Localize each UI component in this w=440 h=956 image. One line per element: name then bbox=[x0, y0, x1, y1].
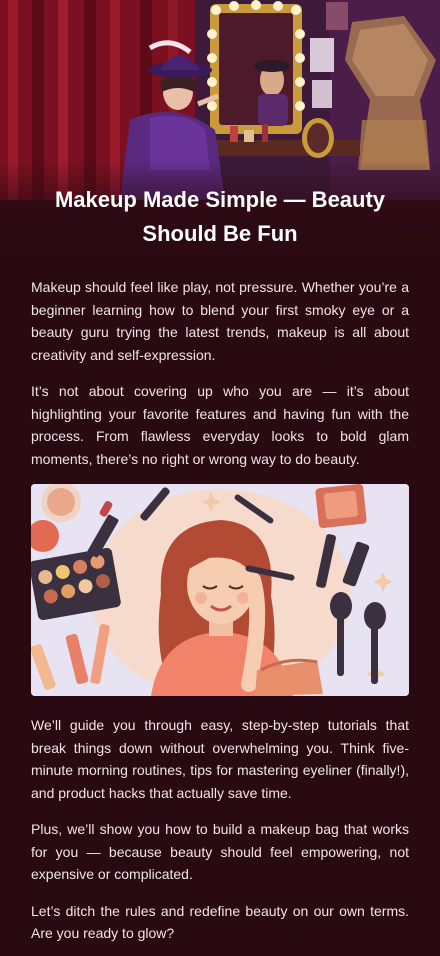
paragraph: We’ll guide you through easy, step-by-st… bbox=[31, 717, 409, 801]
article-title: Makeup Made Simple — Beauty Should Be Fu… bbox=[54, 187, 386, 246]
article-body: Makeup should feel like play, not pressu… bbox=[31, 276, 409, 956]
vanity-mirror bbox=[210, 4, 302, 134]
blush-icon bbox=[315, 484, 367, 529]
paragraph: Makeup should feel like play, not pressu… bbox=[31, 279, 409, 363]
makeup-illustration bbox=[31, 484, 409, 696]
paragraph: Plus, we’ll show you how to build a make… bbox=[31, 821, 409, 882]
article-page: Makeup Made Simple — Beauty Should Be Fu… bbox=[0, 0, 440, 956]
paragraph: Let’s ditch the rules and redefine beaut… bbox=[31, 902, 409, 942]
paragraph: It’s not about covering up who you are —… bbox=[31, 383, 409, 467]
poster bbox=[310, 38, 334, 72]
